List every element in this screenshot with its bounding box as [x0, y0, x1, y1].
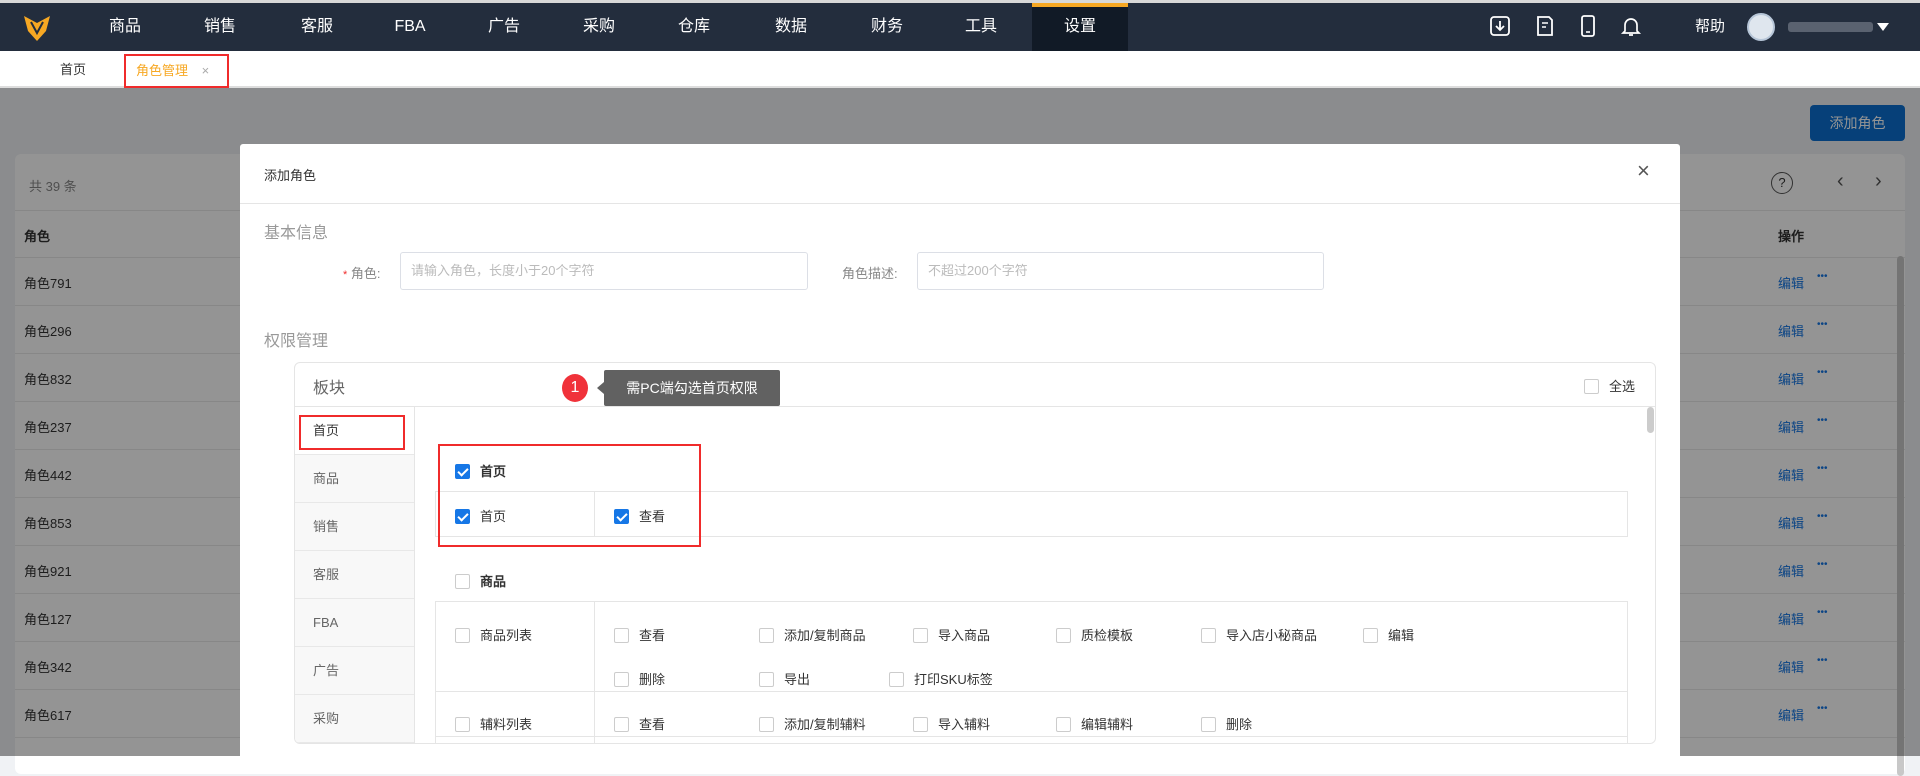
permission-checkbox[interactable]: 查看 [614, 714, 665, 733]
modal-header: 添加角色 × [240, 144, 1680, 204]
tab-label: 角色管理 [136, 63, 189, 78]
nav-ads[interactable]: 广告 [488, 3, 520, 51]
nav-warehouse[interactable]: 仓库 [678, 3, 710, 51]
required-mark: * [343, 269, 348, 281]
logo-icon [24, 16, 50, 41]
nav-settings[interactable]: 设置 [1064, 3, 1096, 51]
permission-checkbox[interactable]: 质检模板 [1056, 625, 1133, 644]
mobile-icon[interactable] [1576, 15, 1600, 39]
module-purchase[interactable]: 采购 [295, 695, 414, 743]
role-label: 角色: [350, 266, 381, 281]
modal-title: 添加角色 [264, 168, 317, 183]
select-all-checkbox[interactable]: 全选 [1584, 376, 1635, 395]
download-icon[interactable] [1488, 15, 1512, 39]
permission-checkbox[interactable]: 查看 [614, 625, 665, 644]
nav-tools[interactable]: 工具 [965, 3, 997, 51]
goods-group-checkbox[interactable]: 商品 [455, 571, 506, 590]
permission-heading: 权限管理 [264, 333, 329, 350]
tab-home[interactable]: 首页 [60, 51, 86, 88]
highlight-home-module [299, 415, 405, 450]
highlight-home-permissions [438, 444, 701, 547]
nav-finance[interactable]: 财务 [871, 3, 903, 51]
permission-checkbox[interactable]: 添加/复制商品 [759, 625, 866, 644]
nav-goods[interactable]: 商品 [109, 3, 141, 51]
add-role-modal: 添加角色 × 基本信息 * 角色: 请输入角色，长度小于20个字符 角色描述: … [240, 144, 1680, 764]
permission-checkbox[interactable]: 删除 [614, 669, 665, 688]
module-goods[interactable]: 商品 [295, 455, 414, 503]
annotation-tooltip: 需PC端勾选首页权限 [604, 370, 780, 406]
close-icon[interactable]: × [1637, 158, 1650, 184]
permission-box: 板块 全选 首页 商品 销售 客服 FBA 广告 采购 首页 首页 查看 商品 … [294, 362, 1656, 744]
module-ads[interactable]: 广告 [295, 647, 414, 695]
accessory-list-checkbox[interactable]: 辅料列表 [455, 714, 532, 733]
scrollbar[interactable] [1647, 407, 1654, 433]
nav-purchase[interactable]: 采购 [583, 3, 615, 51]
permission-checkbox[interactable]: 导入商品 [913, 625, 990, 644]
annotation-badge: 1 [562, 374, 588, 402]
document-add-icon[interactable] [1533, 15, 1557, 39]
nav-sales[interactable]: 销售 [204, 3, 236, 51]
module-sidebar: 首页 商品 销售 客服 FBA 广告 采购 [295, 407, 415, 743]
nav-fba[interactable]: FBA [394, 3, 425, 51]
permission-checkbox[interactable]: 导入辅料 [913, 714, 990, 733]
close-icon[interactable]: × [202, 63, 210, 78]
tab-role-management[interactable]: 角色管理 × [124, 54, 229, 88]
permission-checkbox[interactable]: 编辑辅料 [1056, 714, 1133, 733]
bell-icon[interactable] [1619, 15, 1643, 39]
nav-service[interactable]: 客服 [301, 3, 333, 51]
desc-input[interactable]: 不超过200个字符 [917, 252, 1324, 290]
permission-checkbox[interactable]: 添加/复制辅料 [759, 714, 866, 733]
top-nav: 商品 销售 客服 FBA 广告 采购 仓库 数据 财务 工具 设置 帮助 [0, 0, 1920, 51]
module-fba[interactable]: FBA [295, 599, 414, 647]
username-blurred [1788, 22, 1873, 32]
goods-list-checkbox[interactable]: 商品列表 [455, 625, 532, 644]
permission-checkbox[interactable]: 导出 [759, 669, 810, 688]
desc-label: 角色描述: [842, 266, 898, 281]
module-service[interactable]: 客服 [295, 551, 414, 599]
permission-checkbox[interactable]: 编辑 [1363, 625, 1414, 644]
permission-checkbox[interactable]: 打印SKU标签 [889, 669, 993, 688]
permission-checkbox[interactable]: 导入店小秘商品 [1201, 625, 1317, 644]
tooltip-arrow [597, 382, 604, 394]
nav-data[interactable]: 数据 [775, 3, 807, 51]
tab-bar: 首页 角色管理 × [0, 51, 1920, 88]
module-header: 板块 [313, 380, 346, 397]
module-sales[interactable]: 销售 [295, 503, 414, 551]
basic-info-heading: 基本信息 [264, 225, 329, 242]
help-link[interactable]: 帮助 [1695, 15, 1725, 39]
chevron-down-icon[interactable] [1877, 23, 1889, 31]
avatar[interactable] [1747, 13, 1775, 41]
permission-checkbox[interactable]: 删除 [1201, 714, 1252, 733]
role-input[interactable]: 请输入角色，长度小于20个字符 [400, 252, 808, 290]
